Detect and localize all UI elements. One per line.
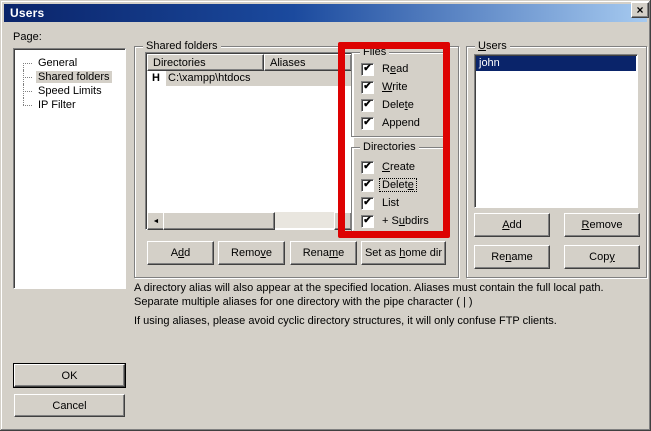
checkbox-append[interactable]: ✔ Append <box>361 116 422 130</box>
check-icon: ✔ <box>363 198 371 208</box>
user-list-item[interactable]: john <box>476 56 636 71</box>
check-icon: ✔ <box>363 82 371 92</box>
check-icon: ✔ <box>363 162 371 172</box>
checkbox-subdirs[interactable]: ✔ + Subdirs <box>361 214 431 228</box>
checkbox-write[interactable]: ✔ Write <box>361 80 409 94</box>
check-icon: ✔ <box>363 100 371 110</box>
home-directory-marker: H <box>147 71 166 86</box>
tree-line <box>23 63 32 64</box>
users-listbox[interactable]: john <box>474 54 638 208</box>
files-group-title: Files <box>360 45 389 59</box>
window-title: Users <box>10 6 44 20</box>
check-icon: ✔ <box>363 216 371 226</box>
close-button[interactable]: × <box>631 2 649 18</box>
alias-help-text: A directory alias will also appear at th… <box>134 281 641 309</box>
checkbox-file-delete[interactable]: ✔ Delete <box>361 98 416 112</box>
file-delete-checkbox[interactable]: ✔ <box>361 99 374 112</box>
checkbox-list[interactable]: ✔ List <box>361 196 401 210</box>
tree-line <box>23 91 32 92</box>
checkbox-dir-delete[interactable]: ✔ Delete <box>361 178 416 192</box>
dir-delete-checkbox[interactable]: ✔ <box>361 179 374 192</box>
check-icon: ✔ <box>363 64 371 74</box>
shared-folders-group-title: Shared folders <box>143 39 221 53</box>
user-add-button[interactable]: Add <box>474 213 550 237</box>
checkbox-read[interactable]: ✔ Read <box>361 62 410 76</box>
cancel-button[interactable]: Cancel <box>14 394 125 417</box>
append-checkbox[interactable]: ✔ <box>361 117 374 130</box>
user-name: john <box>479 57 500 69</box>
tree-line <box>23 63 24 70</box>
titlebar: Users <box>4 4 647 22</box>
sidebar-item-ip-filter[interactable]: IP Filter <box>14 98 125 112</box>
folder-rename-button[interactable]: Rename <box>290 241 357 265</box>
set-as-home-dir-button[interactable]: Set as home dir <box>361 241 446 265</box>
subdirs-checkbox[interactable]: ✔ <box>361 215 374 228</box>
tree-line <box>23 105 32 106</box>
sidebar-item-speed-limits[interactable]: Speed Limits <box>14 84 125 98</box>
shared-folder-row[interactable]: H C:\xampp\htdocs <box>147 71 352 86</box>
scroll-left-icon: ◄ <box>153 218 160 225</box>
tree-line <box>23 98 24 105</box>
user-rename-button[interactable]: Rename <box>474 245 550 269</box>
check-icon: ✔ <box>363 180 371 190</box>
cyclic-help-text: If using aliases, please avoid cyclic di… <box>134 314 641 328</box>
checkbox-create[interactable]: ✔ Create <box>361 160 417 174</box>
close-icon: × <box>636 4 643 16</box>
directory-path: C:\xampp\htdocs <box>166 71 352 86</box>
directories-column-header[interactable]: Directories <box>147 54 264 71</box>
scroll-right-icon: ► <box>340 218 347 225</box>
write-checkbox[interactable]: ✔ <box>361 81 374 94</box>
sidebar-item-shared-folders[interactable]: Shared folders <box>14 70 125 84</box>
page-label: Page: <box>13 31 42 43</box>
scroll-right-button[interactable]: ► <box>334 212 352 230</box>
sidebar-item-general[interactable]: General <box>14 56 125 70</box>
shared-folders-listview: Directories Aliases H C:\xampp\htdocs ◄ … <box>145 52 354 230</box>
horizontal-scrollbar[interactable]: ◄ ► <box>147 212 352 228</box>
list-checkbox[interactable]: ✔ <box>361 197 374 210</box>
user-remove-button[interactable]: Remove <box>564 213 640 237</box>
aliases-column-header[interactable]: Aliases <box>264 54 352 71</box>
ok-button[interactable]: OK <box>14 364 125 387</box>
folder-remove-button[interactable]: Remove <box>218 241 285 265</box>
users-dialog: Users × Page: General Shared folders Spe… <box>0 0 651 431</box>
check-icon: ✔ <box>363 118 371 128</box>
user-copy-button[interactable]: Copy <box>564 245 640 269</box>
directories-group-title: Directories <box>360 140 419 154</box>
scrollbar-thumb[interactable] <box>163 212 275 230</box>
folder-add-button[interactable]: Add <box>147 241 214 265</box>
listview-header: Directories Aliases <box>147 54 352 71</box>
users-group-title: Users <box>475 39 510 53</box>
tree-line <box>23 77 32 78</box>
create-checkbox[interactable]: ✔ <box>361 161 374 174</box>
page-tree: General Shared folders Speed Limits IP F… <box>13 48 126 289</box>
read-checkbox[interactable]: ✔ <box>361 63 374 76</box>
